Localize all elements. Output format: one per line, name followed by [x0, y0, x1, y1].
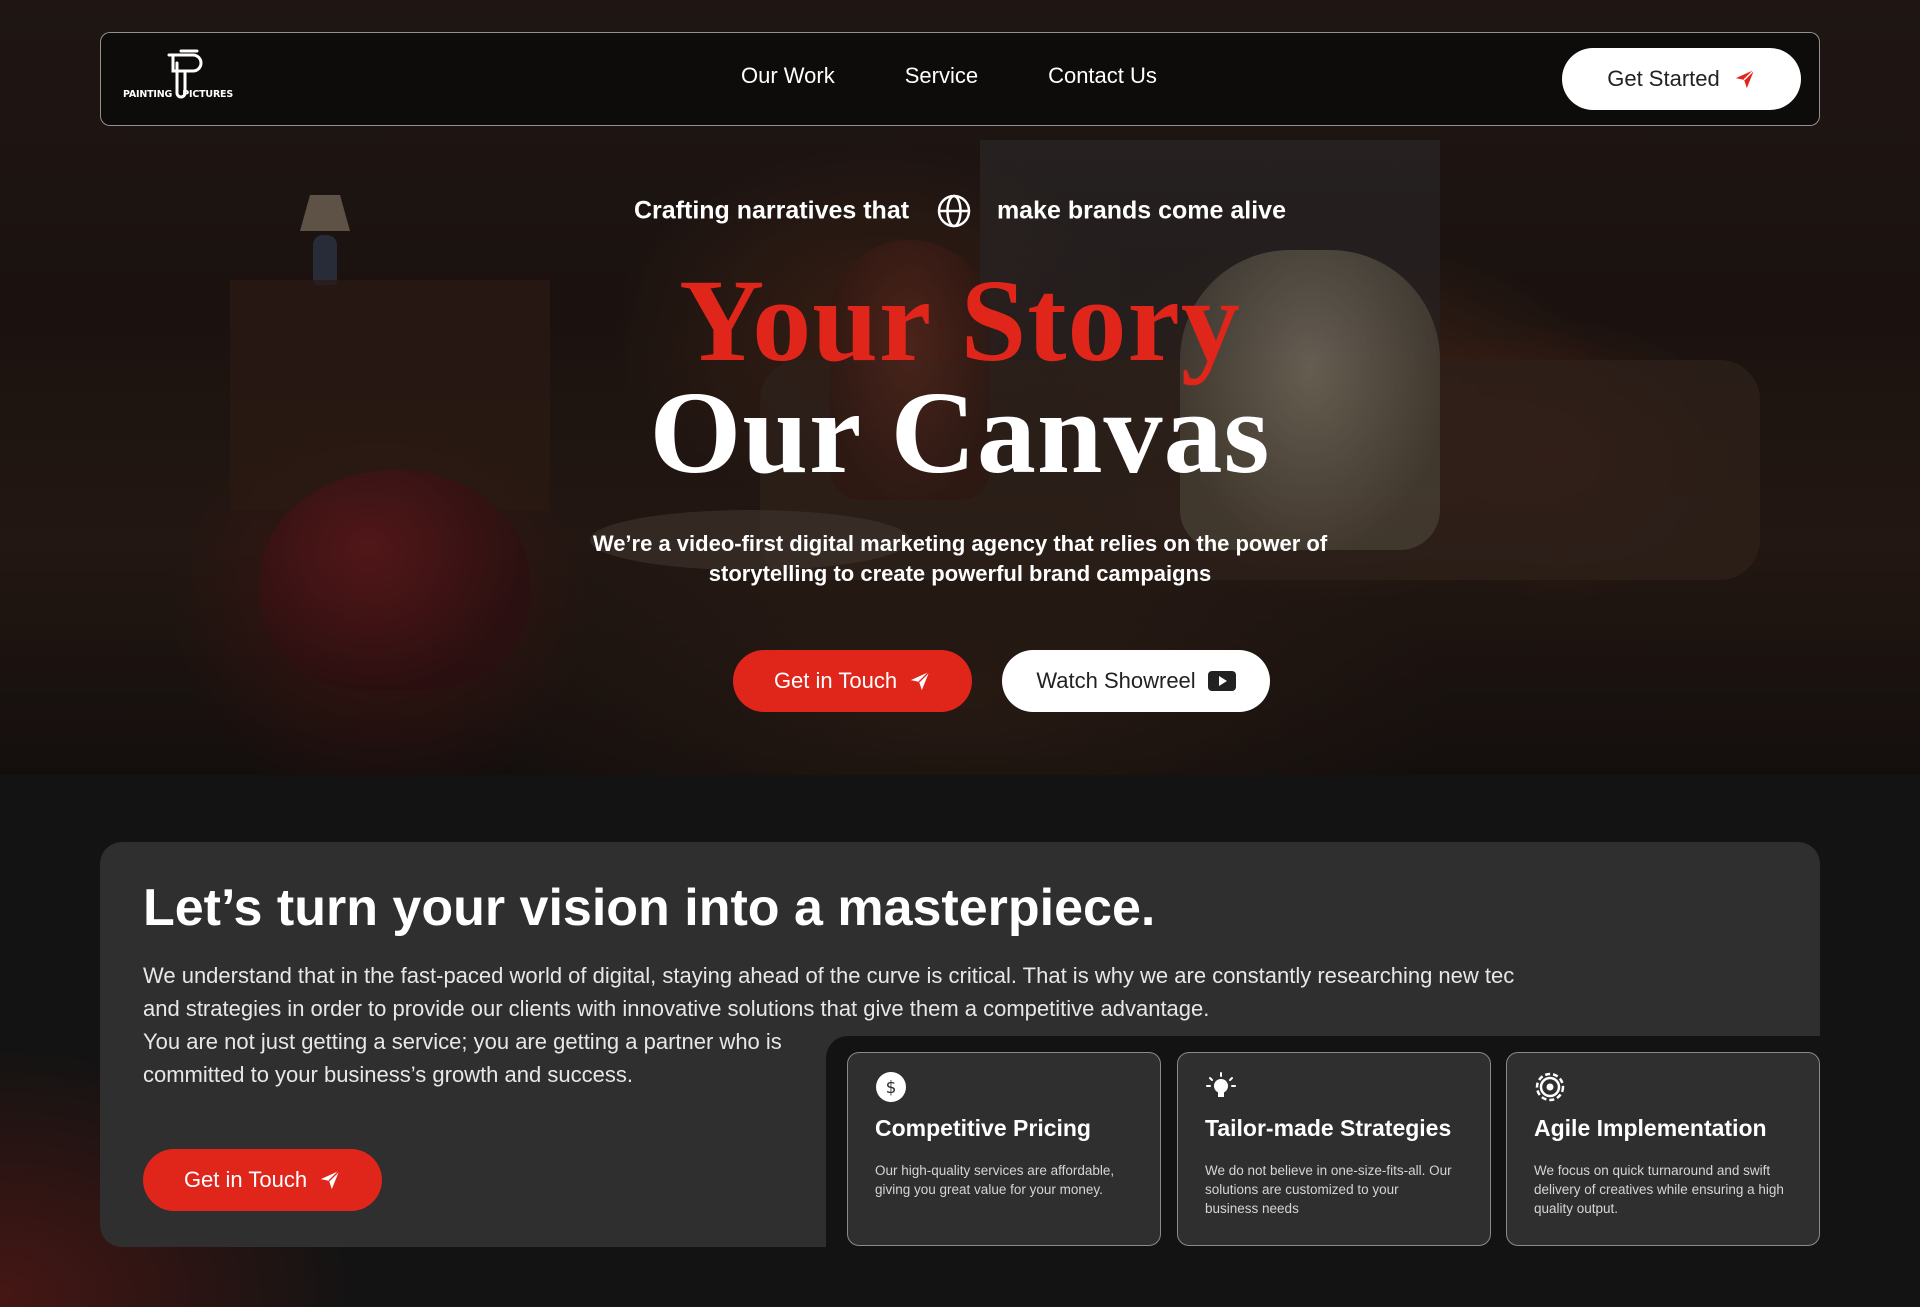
- hero-tagline: Crafting narratives that make brands com…: [0, 193, 1920, 229]
- feature-title: Competitive Pricing: [875, 1115, 1091, 1141]
- about-paragraph-1: We understand that in the fast-paced wor…: [143, 959, 1563, 1025]
- about-paragraph-1-line-2: and strategies in order to provide our c…: [143, 996, 1210, 1021]
- get-started-label: Get Started: [1607, 66, 1720, 91]
- get-in-touch-label: Get in Touch: [773, 668, 898, 693]
- gear-icon: [1535, 1072, 1565, 1102]
- feature-card-agile: Agile Implementation We focus on quick t…: [1506, 1052, 1820, 1246]
- lightbulb-icon: [1206, 1072, 1236, 1097]
- get-in-touch-button[interactable]: Get in Touch: [733, 650, 972, 712]
- feature-text: We focus on quick turnaround and swift d…: [1534, 1163, 1784, 1216]
- about-heading: Let’s turn your vision into a masterpiec…: [143, 879, 1156, 937]
- svg-text:$: $: [886, 1078, 897, 1098]
- tagline-left: Crafting narratives that: [633, 196, 910, 225]
- about-paragraph-2: You are not just getting a service; you …: [143, 1029, 782, 1087]
- dollar-icon: $: [876, 1072, 906, 1102]
- tagline-right: make brands come alive: [996, 196, 1286, 225]
- nav-link-service[interactable]: Service: [905, 63, 978, 89]
- nav-link-our-work[interactable]: Our Work: [741, 63, 835, 89]
- feature-card-strategies: Tailor-made Strategies We do not believe…: [1177, 1052, 1491, 1246]
- globe-icon: [937, 194, 971, 228]
- feature-text: We do not believe in one-size-fits-all. …: [1205, 1163, 1452, 1216]
- send-icon: [1735, 69, 1755, 89]
- nav-links: Our Work Service Contact Us: [741, 63, 1157, 89]
- feature-title: Agile Implementation: [1534, 1115, 1767, 1141]
- logo-text-left: PAINTING: [123, 89, 173, 100]
- watch-showreel-button[interactable]: Watch Showreel: [1002, 650, 1270, 712]
- hero-buttons: Get in Touch Watch Showreel: [733, 650, 1270, 712]
- feature-text: Our high-quality services are affordable…: [875, 1163, 1115, 1197]
- feature-title: Tailor-made Strategies: [1205, 1115, 1452, 1141]
- hero-title-line1: Your Story: [679, 255, 1241, 386]
- logo-text: PAINTING PICTURES: [123, 89, 233, 100]
- logo-text-right: PICTURES: [182, 89, 233, 100]
- features-panel: $ Competitive Pricing Our high-quality s…: [826, 1036, 1820, 1307]
- get-started-button[interactable]: Get Started: [1562, 48, 1801, 110]
- about-get-in-touch-label: Get in Touch: [183, 1167, 308, 1192]
- send-icon: [910, 671, 930, 691]
- feature-card-pricing: $ Competitive Pricing Our high-quality s…: [847, 1052, 1161, 1246]
- hero-title-line2: Our Canvas: [649, 367, 1271, 498]
- brand-logo[interactable]: PAINTING PICTURES: [123, 49, 233, 109]
- play-icon: [1207, 671, 1236, 691]
- watch-showreel-label: Watch Showreel: [1036, 668, 1196, 693]
- background-beanbag: [260, 470, 530, 690]
- hero-section: PAINTING PICTURES Our Work Service Conta…: [0, 0, 1920, 775]
- hero-lead-text: We’re a video-first digital marketing ag…: [592, 531, 1328, 586]
- about-get-in-touch-button[interactable]: Get in Touch: [143, 1149, 382, 1211]
- nav-link-contact-us[interactable]: Contact Us: [1048, 63, 1157, 89]
- top-navbar: PAINTING PICTURES Our Work Service Conta…: [100, 32, 1820, 126]
- about-paragraph-1-line-1: We understand that in the fast-paced wor…: [143, 963, 1515, 988]
- send-icon: [320, 1170, 340, 1190]
